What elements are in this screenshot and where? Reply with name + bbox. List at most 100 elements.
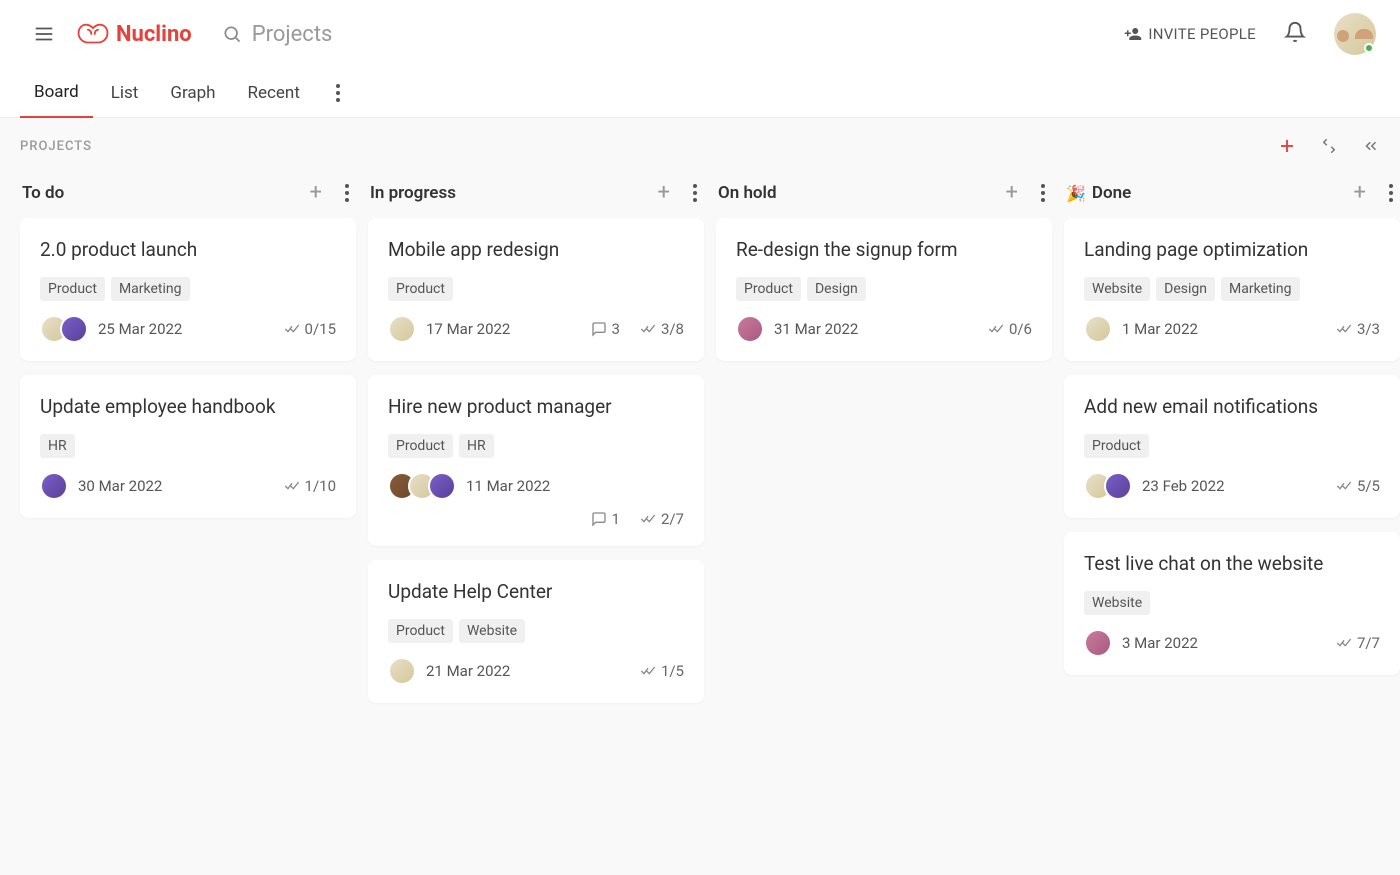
logo[interactable]: Nuclino [76,21,192,47]
card[interactable]: 2.0 product launchProductMarketing25 Mar… [20,218,356,361]
online-status-icon [1364,43,1374,53]
checklist-icon [640,321,656,337]
tag: Product [40,277,105,301]
tag: Design [807,277,866,301]
dots-vertical-icon [1041,191,1045,195]
card[interactable]: Update Help CenterProductWebsite21 Mar 2… [368,560,704,703]
plus-icon [1278,137,1296,155]
card[interactable]: Add new email notifications Product 23 Feb… [1064,375,1400,518]
card-title: Update Help Center [388,580,684,603]
avatar-icon [388,657,416,685]
card-tags: ProductWebsite [388,619,684,643]
card-tags: ProductHR [388,434,684,458]
notifications-button[interactable] [1284,21,1306,47]
collapse-button[interactable] [1320,137,1338,155]
tag: Product [736,277,801,301]
tasks-count: 0/6 [988,320,1032,338]
column-in-progress: In progress+Mobile app redesignProduct17… [368,174,704,717]
card-avatars [1084,315,1112,343]
avatar-icon [736,315,764,343]
tasks-count: 0/15 [284,320,336,338]
add-card-button[interactable]: + [658,182,670,204]
column-menu-button[interactable] [340,191,354,195]
avatar-icon [1084,629,1112,657]
column-to-do: To do +2.0 product launchProductMarketing… [20,174,356,532]
tag: Product [388,277,453,301]
tag: Website [459,619,525,643]
tasks-count: 3/3 [1336,320,1380,338]
card[interactable]: Hire new product managerProductHR11 Mar … [368,375,704,546]
tag: HR [459,434,494,458]
card-date: 30 Mar 2022 [78,477,162,495]
avatar-icon [40,472,68,500]
tab-list[interactable]: List [97,69,153,117]
tab-board[interactable]: Board [20,68,93,118]
view-tabs: BoardListGraphRecent [0,68,1400,118]
card[interactable]: Update employee handbookHR30 Mar 20221/1… [20,375,356,518]
add-card-button[interactable]: + [1006,182,1018,204]
tag: HR [40,434,75,458]
add-column-button[interactable] [1278,137,1296,155]
dots-vertical-icon [336,91,340,95]
card-title: Test live chat on the website [1084,552,1380,575]
dots-vertical-icon [1389,191,1393,195]
column-title: To do [22,183,64,203]
comments-count: 3 [591,320,620,338]
tasks-count: 1/10 [284,477,336,495]
add-card-button[interactable]: + [1354,182,1366,204]
tab-recent[interactable]: Recent [234,69,314,117]
avatar-icon [60,315,88,343]
card-date: 1 Mar 2022 [1122,320,1198,338]
column-menu-button[interactable] [1036,191,1050,195]
card-tags: Product [1084,434,1380,458]
invite-icon [1124,25,1142,43]
collapse-icon [1320,137,1338,155]
breadcrumb[interactable]: PROJECTS [20,139,92,154]
card-tags: WebsiteDesignMarketing [1084,277,1380,301]
checklist-icon [1336,478,1352,494]
tasks-count: 3/8 [640,320,684,338]
card-avatars [1084,629,1112,657]
tag: Website [1084,277,1150,301]
card[interactable]: Test live chat on the websiteWebsite3 Ma… [1064,532,1400,675]
invite-label: INVITE PEOPLE [1148,25,1256,43]
comment-icon [591,511,607,527]
column-menu-button[interactable] [688,191,702,195]
logo-text: Nuclino [116,22,192,47]
checklist-icon [284,321,300,337]
card-avatars [1084,472,1132,500]
column-title: On hold [718,183,777,203]
menu-button[interactable] [24,14,64,54]
tag: Product [1084,434,1149,458]
user-avatar[interactable] [1334,13,1376,55]
add-card-button[interactable]: + [310,182,322,204]
hamburger-icon [33,23,55,45]
card[interactable]: Landing page optimizationWebsiteDesignMa… [1064,218,1400,361]
card-date: 11 Mar 2022 [466,477,550,495]
column-on-hold: On hold + Re-design the signup form Product… [716,174,1052,375]
card-tags: ProductDesign [736,277,1032,301]
card-avatars [388,472,456,500]
checklist-icon [988,321,1004,337]
column-menu-button[interactable] [1384,191,1398,195]
search[interactable]: Projects [222,22,333,47]
comment-icon [591,321,607,337]
card[interactable]: Re-design the signup formProductDesign31… [716,218,1052,361]
tag: Website [1084,591,1150,615]
avatar-icon [388,315,416,343]
avatar-icon [1104,472,1132,500]
search-icon [222,24,242,44]
hide-panel-button[interactable] [1362,137,1380,155]
invite-people-button[interactable]: INVITE PEOPLE [1124,25,1256,43]
checklist-icon [640,511,656,527]
brain-icon [76,21,110,47]
card-title: Re-design the signup form [736,238,1032,261]
card-avatars [40,315,88,343]
card-date: 23 Feb 2022 [1142,477,1225,495]
card[interactable]: Mobile app redesignProduct17 Mar 202233/… [368,218,704,361]
tab-graph[interactable]: Graph [156,69,229,117]
card-date: 17 Mar 2022 [426,320,510,338]
card-title: Add new email notifications [1084,395,1380,418]
view-more-button[interactable] [326,91,350,95]
board: To do +2.0 product launchProductMarketing… [0,174,1400,717]
